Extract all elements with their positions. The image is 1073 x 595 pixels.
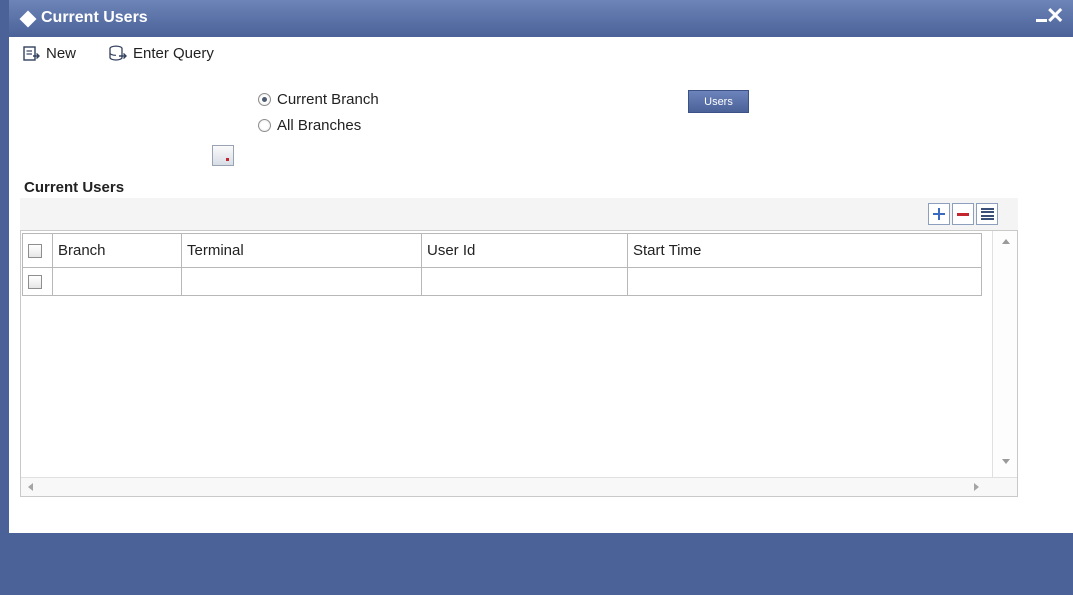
table-row[interactable] (22, 267, 982, 296)
window-footer-bar (9, 533, 1073, 595)
window-titlebar: Current Users ✕ (9, 0, 1073, 37)
query-options-panel: Current Branch All Branches Users Curren… (9, 69, 1073, 539)
add-row-icon[interactable] (928, 203, 950, 225)
enter-query-label: Enter Query (133, 45, 214, 62)
current-branch-radio[interactable]: Current Branch (258, 91, 379, 108)
new-button-label: New (46, 45, 77, 62)
branch-cell[interactable] (52, 267, 182, 296)
scroll-left-icon[interactable] (28, 483, 33, 491)
single-view-icon[interactable] (976, 203, 998, 225)
current-branch-label: Current Branch (277, 91, 379, 108)
current-branch-radio-button[interactable] (258, 93, 271, 106)
main-toolbar: New Enter Query (9, 37, 1073, 69)
window-diamond-icon (19, 10, 37, 28)
all-branches-label: All Branches (277, 117, 362, 134)
vertical-scrollbar[interactable] (992, 231, 1017, 478)
scroll-up-icon[interactable] (1002, 239, 1010, 244)
column-header-start-time[interactable]: Start Time (627, 233, 982, 268)
table-header-row: Branch Terminal User Id Start Time (22, 233, 982, 268)
current-users-grid: Branch Terminal User Id Start Time (20, 230, 1018, 497)
terminal-cell[interactable] (181, 267, 422, 296)
current-users-section-title: Current Users (24, 179, 125, 196)
enter-query-button[interactable]: Enter Query (109, 45, 214, 62)
enter-query-icon (109, 45, 128, 62)
users-table: Branch Terminal User Id Start Time (22, 233, 982, 296)
column-header-branch[interactable]: Branch (52, 233, 182, 268)
grid-toolbar (20, 198, 1018, 230)
select-all-cell (22, 233, 53, 268)
scroll-right-icon[interactable] (974, 483, 979, 491)
window-title: Current Users (41, 9, 148, 26)
window-left-border (0, 0, 9, 595)
delete-row-icon[interactable] (952, 203, 974, 225)
current-users-window: Current Users ✕ New Enter Query Current … (0, 0, 1073, 595)
new-record-icon (23, 45, 41, 62)
users-button[interactable]: Users (688, 90, 749, 113)
all-branches-radio-button[interactable] (258, 119, 271, 132)
start-time-cell[interactable] (627, 267, 982, 296)
user-id-cell[interactable] (421, 267, 628, 296)
new-button[interactable]: New (23, 45, 76, 62)
column-header-user-id[interactable]: User Id (421, 233, 628, 268)
column-header-terminal[interactable]: Terminal (181, 233, 422, 268)
row-select-cell (22, 267, 53, 296)
all-branches-radio[interactable]: All Branches (258, 117, 361, 134)
list-of-values-icon[interactable] (212, 145, 234, 166)
scroll-down-icon[interactable] (1002, 459, 1010, 464)
close-icon[interactable]: ✕ (1046, 3, 1064, 29)
row-checkbox[interactable] (28, 274, 42, 289)
horizontal-scrollbar[interactable] (21, 477, 1017, 496)
select-all-checkbox[interactable] (28, 243, 42, 258)
